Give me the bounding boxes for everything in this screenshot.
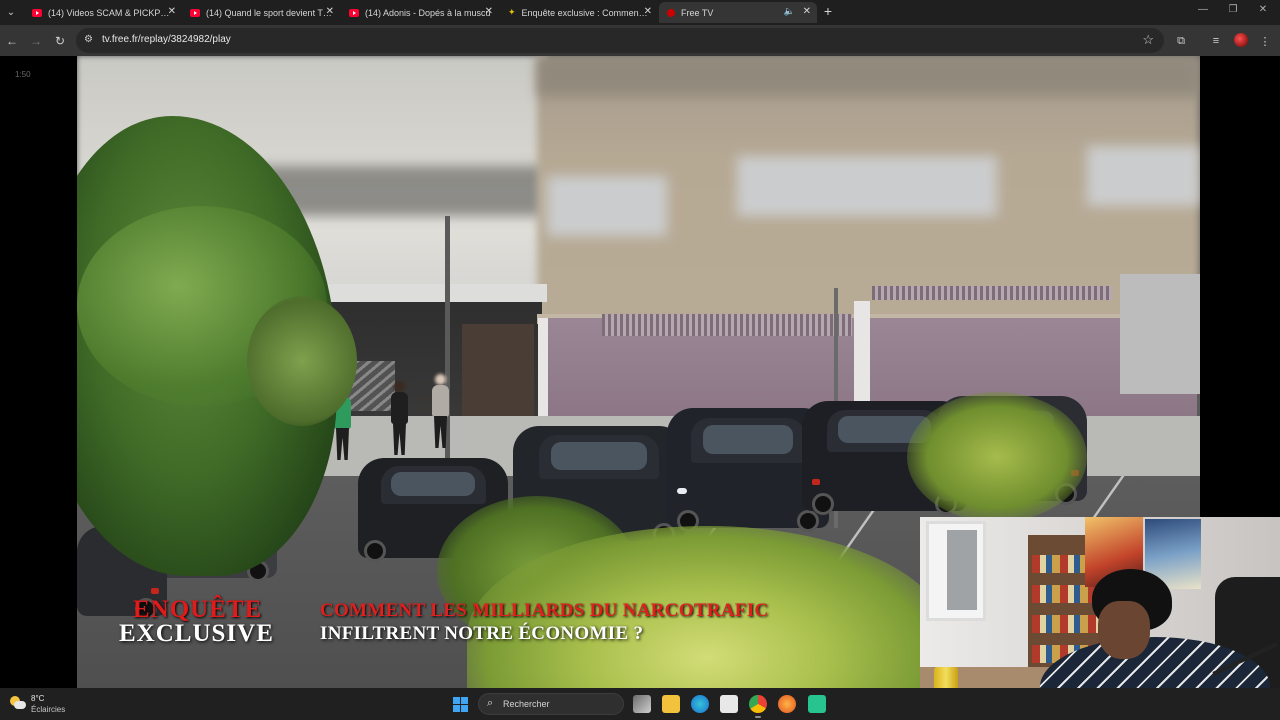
profile-avatar[interactable] [1234,33,1248,47]
tab-enquete-exclusive[interactable]: ✦ Enquête exclusive : Comment les ✕ [500,2,658,23]
edge-icon[interactable] [691,695,709,713]
search-placeholder: Rechercher [503,699,550,709]
show-logo-line2: EXCLUSIVE [119,620,274,647]
tab-videos-scam[interactable]: (14) Videos SCAM & PICKPOCKET ✕ [24,2,182,23]
garage-door [1120,274,1200,394]
windows-start-icon[interactable] [453,697,468,712]
tab-label: (14) Videos SCAM & PICKPOCKET [48,7,174,18]
address-bar[interactable]: ⚙ tv.free.fr/replay/3824982/play ☆ [76,28,1164,53]
tab-close-icon[interactable]: ✕ [485,6,493,17]
site-info-icon[interactable]: ⚙ [84,34,93,45]
tab-search-chevron-icon[interactable]: ⌄ [2,3,20,21]
tab-close-icon[interactable]: ✕ [803,6,811,17]
tab-label: (14) Adonis - Dopés à la muscu [365,7,491,18]
chrome-icon[interactable] [749,695,767,713]
restore-icon[interactable]: ❐ [1223,4,1243,15]
firefox-icon[interactable] [778,695,796,713]
person-grey [431,374,451,450]
weather-temperature[interactable]: 8°C [31,694,44,703]
star-icon: ✦ [508,7,516,17]
headline-line2: INFILTRENT NOTRE ÉCONOMIE ? [320,623,644,644]
person-dark [390,381,410,457]
ventilation-grille [872,286,1112,300]
building-pillar [854,301,870,406]
taskbar-search[interactable]: ⌕ Rechercher [478,693,624,715]
reload-icon[interactable]: ↻ [51,32,69,50]
tab-strip: ⌄ (14) Videos SCAM & PICKPOCKET ✕ (14) Q… [0,0,1280,25]
extensions-icon[interactable]: ⧉ [1172,32,1190,50]
streamer-face [1098,601,1150,659]
app-icon[interactable] [808,695,826,713]
file-explorer-icon[interactable] [662,695,680,713]
windows-taskbar: 8°C Éclaircies ⌕ Rechercher [0,688,1280,720]
small-tree [247,296,357,426]
blurred-window [547,176,667,236]
media-controls-icon[interactable]: ≡ [1207,32,1225,50]
url-text[interactable]: tv.free.fr/replay/3824982/play [102,34,231,45]
browser-toolbar: ← → ↻ ⚙ tv.free.fr/replay/3824982/play ☆… [0,25,1280,56]
ventilation-grille [602,314,852,336]
close-window-icon[interactable]: ✕ [1253,4,1273,15]
youtube-icon [349,8,359,17]
tab-label: (14) Quand le sport devient TOXIQUE [206,7,332,18]
bookmark-star-icon[interactable]: ☆ [1142,32,1154,48]
blurred-window [737,156,997,216]
tab-label: Enquête exclusive : Comment les [521,7,650,18]
new-tab-button[interactable]: + [820,3,836,19]
weather-icon[interactable] [10,696,26,710]
time-elapsed: 1:50 [15,70,31,79]
speaker-icon[interactable]: 🔈 [784,6,795,17]
search-icon: ⌕ [487,697,494,709]
tab-close-icon[interactable]: ✕ [168,6,176,17]
app-running-indicator [755,716,761,718]
tab-close-icon[interactable]: ✕ [644,6,652,17]
free-icon [667,8,675,17]
youtube-icon [190,8,200,17]
tab-sport-toxique[interactable]: (14) Quand le sport devient TOXIQUE ✕ [182,2,340,23]
back-icon[interactable]: ← [3,32,21,50]
tab-free-tv[interactable]: Free TV 🔈 ✕ [659,2,817,23]
tab-adonis[interactable]: (14) Adonis - Dopés à la muscu ✕ [341,2,499,23]
weather-condition[interactable]: Éclaircies [31,705,65,714]
task-view-icon[interactable] [633,695,651,713]
youtube-icon [32,8,42,17]
blurred-window [1087,146,1200,206]
forward-icon[interactable]: → [27,32,45,50]
menu-icon[interactable]: ⋮ [1256,32,1274,50]
tab-close-icon[interactable]: ✕ [326,6,334,17]
room-window [926,521,986,621]
store-icon[interactable] [720,695,738,713]
blurred-roofline [537,56,1200,96]
bush-right [907,392,1087,522]
minimize-icon[interactable]: — [1193,4,1213,15]
headline-line1: COMMENT LES MILLIARDS DU NARCOTRAFIC [320,600,769,621]
